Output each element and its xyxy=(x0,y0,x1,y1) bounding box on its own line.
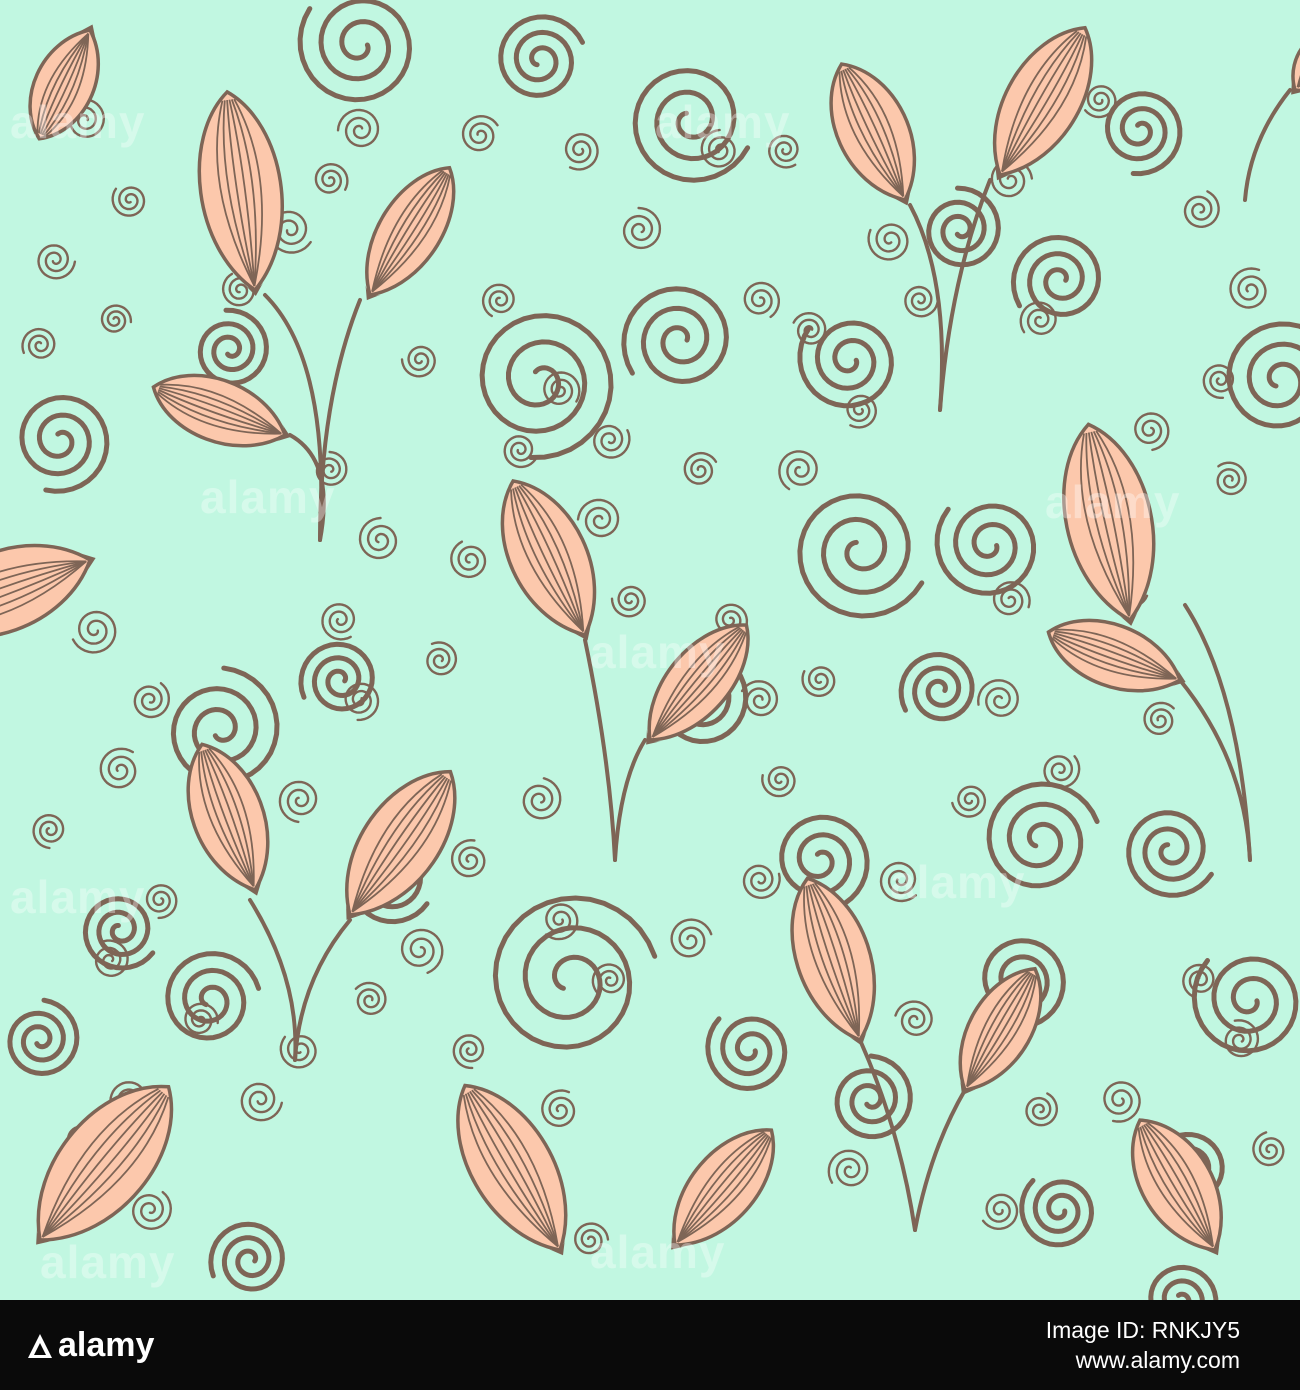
image-id: Image ID: RNKJY5 xyxy=(1045,1317,1240,1343)
floral-pattern: alamy alamy alamy alamy alamy alamy alamy alamy… xyxy=(0,0,1300,1300)
site-url: www.alamy.com xyxy=(1075,1347,1240,1373)
alamy-logo-icon xyxy=(28,1334,52,1358)
footer-logo-text: alamy xyxy=(58,1326,155,1364)
footer-bar: alamy Image ID: RNKJY5 www.alamy.com xyxy=(0,1300,1300,1390)
